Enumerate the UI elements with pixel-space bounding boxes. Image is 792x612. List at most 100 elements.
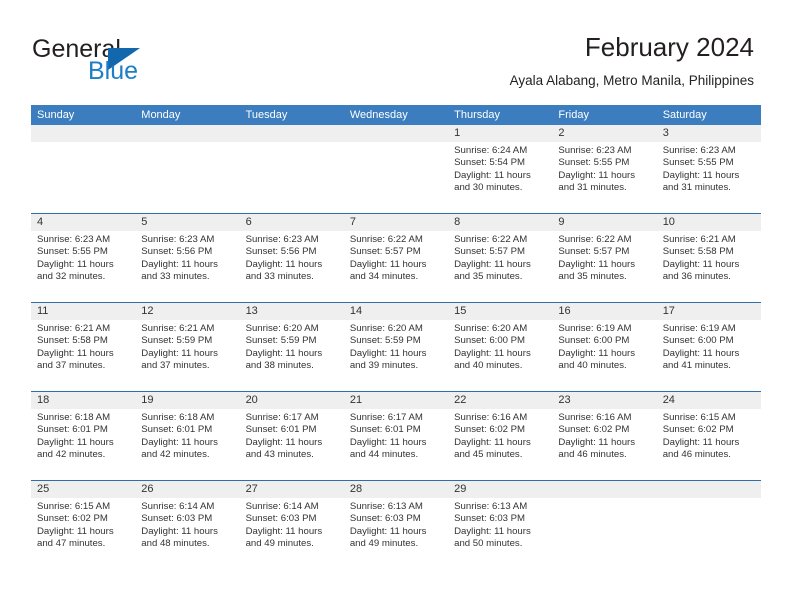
daylight-text-line2: and 42 minutes. [141, 449, 210, 461]
sunrise-text: Sunrise: 6:23 AM [37, 234, 111, 245]
day-cell[interactable]: Sunrise: 6:16 AM Sunset: 6:02 PM Daylight:… [552, 409, 656, 480]
day-number[interactable]: 9 [552, 214, 656, 231]
weekday-header-row: Sunday Monday Tuesday Wednesday Thursday… [31, 105, 761, 125]
calendar-page: General Blue February 2024 Ayala Alabang… [0, 0, 792, 612]
daylight-text-line2: and 46 minutes. [558, 449, 627, 461]
daylight-text-line2: and 31 minutes. [558, 182, 627, 194]
day-cell[interactable]: Sunrise: 6:16 AM Sunset: 6:02 PM Daylight:… [448, 409, 552, 480]
day-cell[interactable]: Sunrise: 6:21 AM Sunset: 5:58 PM Daylight:… [657, 231, 761, 302]
day-number[interactable]: 18 [31, 392, 135, 409]
day-number[interactable]: 8 [448, 214, 552, 231]
day-cell[interactable]: Sunrise: 6:20 AM Sunset: 6:00 PM Daylight:… [448, 320, 552, 391]
daylight-text-line1: Daylight: 11 hours [349, 525, 427, 537]
sunset-text: Sunset: 6:00 PM [454, 335, 526, 347]
sunset-text: Sunset: 6:03 PM [141, 513, 213, 525]
weekday-header-monday: Monday [141, 109, 181, 121]
sunrise-text: Sunrise: 6:15 AM [662, 412, 736, 423]
sunrise-text: Sunrise: 6:22 AM [349, 234, 423, 245]
day-cell[interactable]: Sunrise: 6:23 AM Sunset: 5:55 PM Daylight:… [657, 142, 761, 213]
day-number[interactable]: 25 [31, 481, 135, 498]
day-cell[interactable]: Sunrise: 6:17 AM Sunset: 6:01 PM Daylight:… [344, 409, 448, 480]
daylight-text-line2: and 38 minutes. [245, 360, 314, 372]
day-cell[interactable]: Sunrise: 6:22 AM Sunset: 5:57 PM Daylight:… [448, 231, 552, 302]
day-cell[interactable]: Sunrise: 6:13 AM Sunset: 6:03 PM Daylight:… [448, 498, 552, 569]
sunset-text: Sunset: 5:57 PM [454, 246, 526, 258]
day-cell[interactable]: Sunrise: 6:23 AM Sunset: 5:55 PM Daylight:… [31, 231, 135, 302]
day-cell[interactable]: Sunrise: 6:20 AM Sunset: 5:59 PM Daylight:… [344, 320, 448, 391]
day-cell[interactable]: Sunrise: 6:14 AM Sunset: 6:03 PM Daylight:… [135, 498, 239, 569]
day-cell[interactable]: Sunrise: 6:17 AM Sunset: 6:01 PM Daylight:… [240, 409, 344, 480]
day-cell[interactable]: Sunrise: 6:24 AM Sunset: 5:54 PM Daylight:… [448, 142, 552, 213]
sunset-text: Sunset: 6:00 PM [558, 335, 630, 347]
daylight-text-line2: and 40 minutes. [454, 360, 523, 372]
day-cell[interactable]: Sunrise: 6:19 AM Sunset: 6:00 PM Daylight:… [552, 320, 656, 391]
day-number[interactable]: 11 [31, 303, 135, 320]
brand-name-blue: Blue [88, 57, 139, 85]
weekday-header-thursday: Thursday [454, 109, 500, 121]
day-cell[interactable]: Sunrise: 6:23 AM Sunset: 5:56 PM Daylight:… [240, 231, 344, 302]
weekday-header-sunday: Sunday [37, 109, 75, 121]
daylight-text-line1: Daylight: 11 hours [454, 169, 531, 181]
daylight-text-line1: Daylight: 11 hours [245, 525, 323, 537]
day-number[interactable]: 20 [240, 392, 344, 409]
day-cell[interactable]: Sunrise: 6:15 AM Sunset: 6:02 PM Daylight:… [657, 409, 761, 480]
sunrise-text: Sunrise: 6:20 AM [349, 323, 423, 334]
sunrise-text: Sunrise: 6:17 AM [349, 412, 423, 423]
day-number[interactable]: 28 [344, 481, 448, 498]
daylight-text-line1: Daylight: 11 hours [558, 169, 636, 181]
daylight-text-line2: and 43 minutes. [245, 449, 314, 461]
day-number[interactable]: 16 [552, 303, 656, 320]
week-detail-band: Sunrise: 6:18 AM Sunset: 6:01 PM Daylight:… [31, 409, 761, 480]
daylight-text-line2: and 39 minutes. [349, 360, 419, 372]
day-number[interactable]: 15 [448, 303, 552, 320]
day-number[interactable]: 5 [135, 214, 239, 231]
calendar-week-row: 25 26 27 28 29 Sunrise: 6:15 AM Sunset: 6:02 P… [31, 480, 761, 569]
day-number[interactable]: 12 [135, 303, 239, 320]
day-cell[interactable]: Sunrise: 6:13 AM Sunset: 6:03 PM Daylight:… [344, 498, 448, 569]
daylight-text-line2: and 36 minutes. [662, 271, 731, 283]
day-cell[interactable]: Sunrise: 6:18 AM Sunset: 6:01 PM Daylight:… [135, 409, 239, 480]
calendar-week-row: 1 2 3 Sunrise: 6:24 AM Sunset: 5:54 PM Daylig… [31, 125, 761, 213]
day-number[interactable]: 1 [448, 125, 552, 142]
day-number[interactable]: 21 [344, 392, 448, 409]
day-cell[interactable]: Sunrise: 6:15 AM Sunset: 6:02 PM Daylight:… [31, 498, 135, 569]
daylight-text-line1: Daylight: 11 hours [349, 347, 427, 359]
day-number[interactable]: 7 [344, 214, 448, 231]
sunset-text: Sunset: 5:59 PM [349, 335, 421, 347]
day-number[interactable]: 22 [448, 392, 552, 409]
day-number[interactable]: 23 [552, 392, 656, 409]
day-cell[interactable]: Sunrise: 6:23 AM Sunset: 5:56 PM Daylight:… [135, 231, 239, 302]
day-cell[interactable]: Sunrise: 6:21 AM Sunset: 5:58 PM Daylight:… [31, 320, 135, 391]
daylight-text-line1: Daylight: 11 hours [662, 169, 740, 181]
sunset-text: Sunset: 5:57 PM [558, 246, 630, 258]
generalblue-logo[interactable]: General Blue [32, 36, 242, 88]
day-number[interactable]: 13 [240, 303, 344, 320]
day-number[interactable]: 2 [552, 125, 656, 142]
day-cell[interactable]: Sunrise: 6:18 AM Sunset: 6:01 PM Daylight:… [31, 409, 135, 480]
day-cell[interactable]: Sunrise: 6:23 AM Sunset: 5:55 PM Daylight:… [552, 142, 656, 213]
day-number[interactable]: 10 [657, 214, 761, 231]
day-number[interactable]: 26 [135, 481, 239, 498]
day-cell[interactable]: Sunrise: 6:14 AM Sunset: 6:03 PM Daylight:… [240, 498, 344, 569]
day-cell[interactable]: Sunrise: 6:21 AM Sunset: 5:59 PM Daylight:… [135, 320, 239, 391]
sunrise-text: Sunrise: 6:16 AM [558, 412, 632, 423]
day-number[interactable]: 6 [240, 214, 344, 231]
sunrise-text: Sunrise: 6:23 AM [662, 145, 736, 156]
daylight-text-line1: Daylight: 11 hours [245, 436, 323, 448]
day-number[interactable]: 24 [657, 392, 761, 409]
day-cell[interactable]: Sunrise: 6:20 AM Sunset: 5:59 PM Daylight:… [240, 320, 344, 391]
day-number[interactable]: 4 [31, 214, 135, 231]
day-cell[interactable]: Sunrise: 6:22 AM Sunset: 5:57 PM Daylight:… [552, 231, 656, 302]
day-number[interactable]: 14 [344, 303, 448, 320]
day-number[interactable]: 3 [657, 125, 761, 142]
day-number[interactable]: 29 [448, 481, 552, 498]
day-cell[interactable]: Sunrise: 6:19 AM Sunset: 6:00 PM Daylight:… [657, 320, 761, 391]
title-block: February 2024 Ayala Alabang, Metro Manil… [510, 30, 754, 91]
day-number[interactable]: 17 [657, 303, 761, 320]
week-detail-band: Sunrise: 6:24 AM Sunset: 5:54 PM Daylight:… [31, 142, 761, 213]
day-number[interactable]: 27 [240, 481, 344, 498]
daylight-text-line2: and 32 minutes. [37, 271, 106, 283]
week-detail-band: Sunrise: 6:21 AM Sunset: 5:58 PM Daylight:… [31, 320, 761, 391]
day-cell[interactable]: Sunrise: 6:22 AM Sunset: 5:57 PM Daylight:… [344, 231, 448, 302]
day-number[interactable]: 19 [135, 392, 239, 409]
